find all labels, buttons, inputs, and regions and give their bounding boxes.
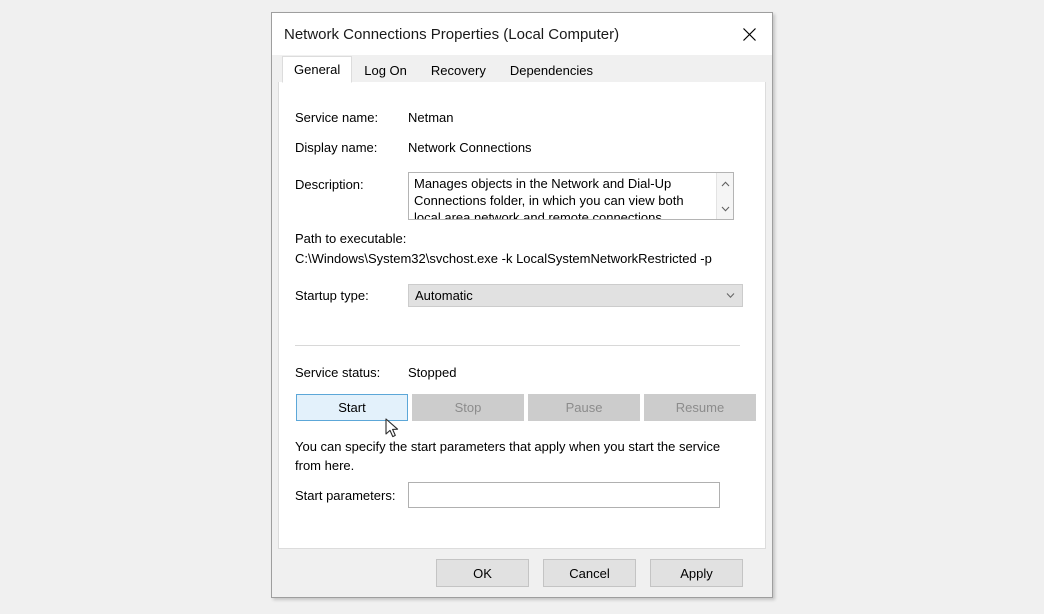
path-value: C:\Windows\System32\svchost.exe -k Local… [295, 251, 712, 266]
close-button[interactable] [726, 13, 772, 55]
startup-type-select[interactable]: Automatic [408, 284, 743, 307]
title-bar: Network Connections Properties (Local Co… [272, 13, 772, 55]
start-parameters-label: Start parameters: [295, 487, 396, 503]
start-parameters-hint: You can specify the start parameters tha… [295, 439, 721, 473]
startup-type-label: Startup type: [295, 288, 369, 303]
dialog-footer: OK Cancel Apply [272, 549, 772, 597]
service-status-value: Stopped [408, 365, 457, 380]
resume-button: Resume [644, 394, 756, 421]
display-name-row: Display name: Network Connections [295, 140, 532, 155]
description-row: Description: Manages objects in the Netw… [295, 172, 734, 220]
path-label: Path to executable: [295, 231, 407, 246]
tab-dependencies[interactable]: Dependencies [497, 57, 605, 82]
service-properties-dialog: Network Connections Properties (Local Co… [271, 12, 773, 598]
chevron-down-icon[interactable] [718, 201, 733, 216]
cancel-button[interactable]: Cancel [543, 559, 636, 587]
description-value: Manages objects in the Network and Dial-… [414, 176, 684, 219]
start-parameters-row: Start parameters: [295, 482, 720, 508]
display-name-value: Network Connections [408, 140, 532, 155]
service-status-label: Service status: [295, 365, 381, 380]
service-status-row: Service status: Stopped [295, 365, 456, 380]
service-name-label: Service name: [295, 110, 379, 125]
chevron-up-icon[interactable] [718, 176, 733, 191]
ok-button[interactable]: OK [436, 559, 529, 587]
startup-type-row: Startup type: Automatic [295, 284, 743, 307]
section-divider [295, 345, 740, 346]
stop-button: Stop [412, 394, 524, 421]
chevron-down-icon [726, 291, 735, 300]
service-name-row: Service name: Netman [295, 110, 454, 125]
startup-type-value: Automatic [415, 288, 473, 303]
tab-general[interactable]: General [282, 56, 353, 83]
close-icon [742, 27, 756, 41]
path-to-executable-row: Path to executable: C:\Windows\System32\… [295, 229, 712, 269]
general-tab-panel: Service name: Netman Display name: Netwo… [278, 82, 766, 549]
pause-button: Pause [528, 394, 640, 421]
tab-strip: General Log On Recovery Dependencies [272, 55, 772, 83]
display-name-label: Display name: [295, 140, 378, 155]
tab-recovery[interactable]: Recovery [418, 57, 498, 82]
apply-button[interactable]: Apply [650, 559, 743, 587]
start-parameters-input[interactable] [408, 482, 720, 508]
description-scrollbar[interactable] [716, 173, 733, 219]
description-label: Description: [295, 177, 364, 192]
start-button[interactable]: Start [296, 394, 408, 421]
service-action-buttons: Start Stop Pause Resume [296, 394, 756, 421]
window-title: Network Connections Properties (Local Co… [284, 25, 620, 43]
description-textarea[interactable]: Manages objects in the Network and Dial-… [408, 172, 734, 220]
service-name-value: Netman [408, 110, 454, 125]
tab-log-on[interactable]: Log On [352, 57, 419, 82]
